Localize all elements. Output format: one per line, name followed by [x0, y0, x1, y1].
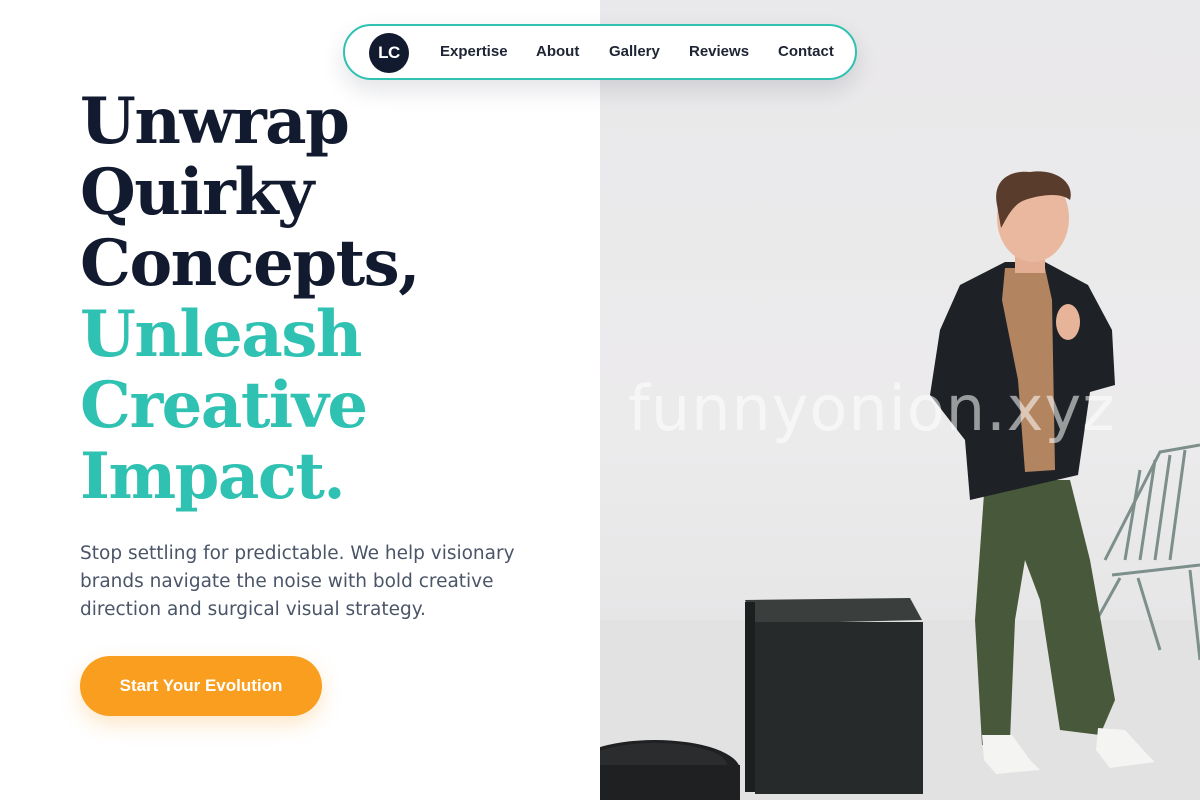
hero-headline: Unwrap Quirky Concepts, Unleash Creative…	[80, 84, 420, 514]
nav-link-gallery[interactable]: Gallery	[609, 43, 660, 60]
top-navigation: LC Expertise About Gallery Reviews Conta…	[343, 24, 857, 80]
nav-link-expertise[interactable]: Expertise	[440, 43, 508, 60]
watermark: funnyonion.xyz	[628, 372, 1116, 445]
headline-accent-line: Impact.	[80, 439, 346, 514]
headline-accent-line: Unleash	[80, 297, 362, 372]
hero-text-column: Unwrap Quirky Concepts, Unleash Creative…	[0, 0, 600, 800]
hero-photo: funnyonion.xyz	[600, 0, 1200, 800]
nav-link-about[interactable]: About	[536, 43, 579, 60]
brand-logo[interactable]: LC	[369, 33, 409, 73]
headline-accent-line: Creative	[80, 368, 368, 443]
hero-subtext: Stop settling for predictable. We help v…	[80, 543, 515, 620]
headline-line: Unwrap	[80, 84, 350, 159]
nav-link-contact[interactable]: Contact	[778, 43, 834, 60]
start-evolution-button[interactable]: Start Your Evolution	[80, 656, 322, 716]
headline-line: Concepts,	[80, 226, 420, 301]
nav-link-reviews[interactable]: Reviews	[689, 43, 749, 60]
headline-line: Quirky	[80, 155, 314, 230]
